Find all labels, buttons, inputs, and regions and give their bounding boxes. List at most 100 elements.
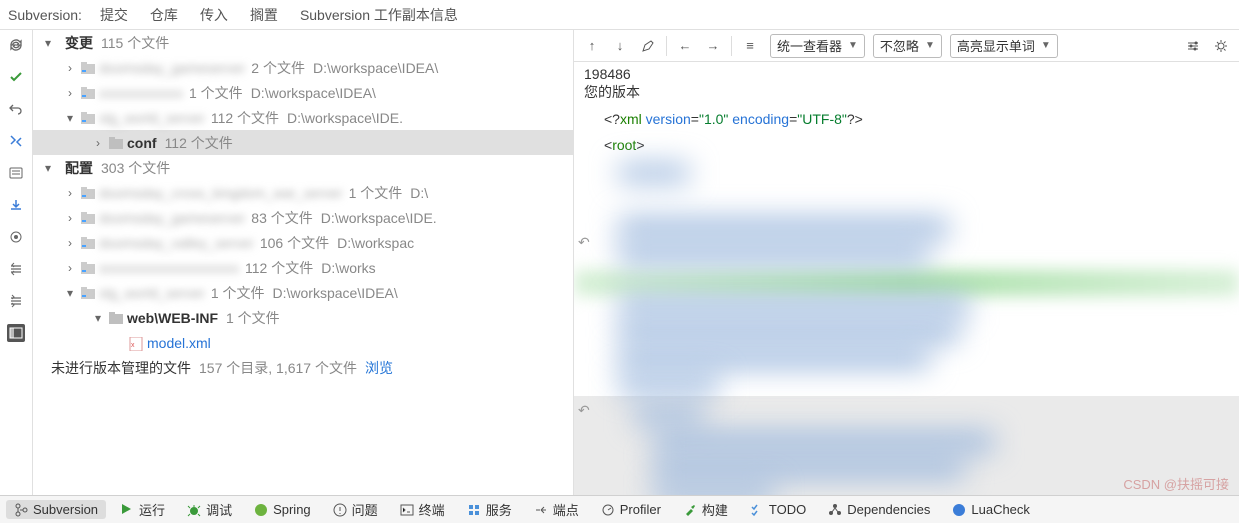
blurred-code bbox=[619, 164, 689, 182]
code-area[interactable]: <?xml version="1.0" encoding="UTF-8"?> <… bbox=[574, 106, 1239, 495]
code-line: <?xml version="1.0" encoding="UTF-8"?> bbox=[574, 106, 1239, 132]
chevron-down-icon[interactable]: ▾ bbox=[41, 36, 55, 50]
blurred-code bbox=[654, 484, 774, 495]
tab-dependencies[interactable]: Dependencies bbox=[820, 500, 938, 519]
tree-changes-root[interactable]: ▾ 变更 115 个文件 bbox=[33, 30, 573, 55]
chevron-down-icon[interactable]: ▾ bbox=[91, 311, 105, 325]
chevron-down-icon[interactable]: ▾ bbox=[63, 111, 77, 125]
prev-diff-icon[interactable]: ↑ bbox=[580, 34, 604, 58]
tab-build[interactable]: 构建 bbox=[675, 498, 736, 521]
tree-row[interactable]: ▾ slg_world_server 1 个文件 D:\workspace\ID… bbox=[33, 280, 573, 305]
expand-icon[interactable] bbox=[7, 260, 25, 278]
edit-icon[interactable] bbox=[636, 34, 660, 58]
panel-icon[interactable] bbox=[7, 324, 25, 342]
shelve-icon[interactable] bbox=[7, 196, 25, 214]
back-icon[interactable]: ← bbox=[673, 34, 697, 58]
menu-incoming[interactable]: 传入 bbox=[200, 5, 228, 25]
conf-label: conf bbox=[127, 135, 157, 151]
folder-icon bbox=[81, 212, 95, 224]
tab-subversion[interactable]: Subversion bbox=[6, 500, 106, 519]
check-icon[interactable] bbox=[7, 68, 25, 86]
next-diff-icon[interactable]: ↓ bbox=[608, 34, 632, 58]
chevron-right-icon[interactable]: › bbox=[63, 61, 77, 75]
tab-run[interactable]: 运行 bbox=[112, 498, 173, 521]
gear-icon[interactable] bbox=[1209, 34, 1233, 58]
tab-luacheck[interactable]: LuaCheck bbox=[944, 500, 1038, 519]
tab-debug[interactable]: 调试 bbox=[179, 498, 240, 521]
blurred-code bbox=[654, 458, 964, 478]
profiler-icon bbox=[601, 503, 615, 517]
blurred-code bbox=[619, 322, 959, 342]
tree-row[interactable]: › sxxxxxxxxxxxxxxxxxxx 112 个文件 D:\works bbox=[33, 255, 573, 280]
watermark: CSDN @扶摇可接 bbox=[1123, 474, 1229, 493]
refresh-icon[interactable] bbox=[7, 36, 25, 54]
diff-panel: ↑ ↓ ← → ≡ 统一查看器▼ 不忽略▼ 高亮显示单词▼ 198486 您的版… bbox=[573, 30, 1239, 495]
tree-row[interactable]: ▾ slg_world_server 112 个文件 D:\workspace\… bbox=[33, 105, 573, 130]
chevron-right-icon[interactable]: › bbox=[63, 236, 77, 250]
tree-row[interactable]: › doomsday_gameserver 2 个文件 D:\workspace… bbox=[33, 55, 573, 80]
diff-icon[interactable] bbox=[7, 132, 25, 150]
bug-icon bbox=[187, 503, 201, 517]
undo-icon[interactable] bbox=[7, 100, 25, 118]
tree-conf-selected[interactable]: › conf 112 个文件 bbox=[33, 130, 573, 155]
spring-icon bbox=[254, 503, 268, 517]
tree-row[interactable]: › xxxxxxxxxxxx 1 个文件 D:\workspace\IDEA\ bbox=[33, 80, 573, 105]
chevron-right-icon[interactable]: › bbox=[91, 136, 105, 150]
warning-icon bbox=[333, 503, 347, 517]
list-icon[interactable]: ≡ bbox=[738, 34, 762, 58]
svg-text:x: x bbox=[131, 342, 135, 349]
chevron-down-icon: ▼ bbox=[848, 40, 858, 51]
todo-icon bbox=[750, 503, 764, 517]
svn-top-menu: Subversion: 提交 仓库 传入 搁置 Subversion 工作副本信… bbox=[0, 0, 1239, 30]
menu-commit[interactable]: 提交 bbox=[100, 5, 128, 25]
tab-problems[interactable]: 问题 bbox=[325, 498, 386, 521]
chevron-right-icon[interactable]: › bbox=[63, 261, 77, 275]
menu-shelve[interactable]: 搁置 bbox=[250, 5, 278, 25]
blurred-code bbox=[654, 432, 994, 452]
unversioned-row[interactable]: 未进行版本管理的文件 157 个目录, 1,617 个文件 浏览 bbox=[33, 355, 573, 380]
tab-profiler[interactable]: Profiler bbox=[593, 500, 669, 519]
play-icon bbox=[120, 503, 134, 517]
chevron-right-icon[interactable]: › bbox=[63, 211, 77, 225]
chevron-down-icon[interactable]: ▾ bbox=[41, 161, 55, 175]
services-icon bbox=[467, 503, 481, 517]
model-file-label: model.xml bbox=[147, 335, 211, 351]
revert-icon[interactable]: ↶ bbox=[578, 402, 590, 419]
tree-row[interactable]: › doomsday_gameserver 83 个文件 D:\workspac… bbox=[33, 205, 573, 230]
tree-config-root[interactable]: ▾ 配置 303 个文件 bbox=[33, 155, 573, 180]
menu-repo[interactable]: 仓库 bbox=[150, 5, 178, 25]
blurred-code bbox=[619, 244, 929, 264]
preview-icon[interactable] bbox=[7, 228, 25, 246]
webinf-label: web\WEB-INF bbox=[127, 310, 218, 326]
tab-todo[interactable]: TODO bbox=[742, 500, 814, 519]
tab-spring[interactable]: Spring bbox=[246, 500, 319, 519]
browse-link[interactable]: 浏览 bbox=[365, 358, 393, 378]
endpoints-icon bbox=[534, 503, 548, 517]
revert-icon[interactable]: ↶ bbox=[578, 234, 590, 251]
settings2-icon[interactable] bbox=[1181, 34, 1205, 58]
bottom-tool-bar: Subversion 运行 调试 Spring 问题 终端 服务 端点 Prof… bbox=[0, 495, 1239, 523]
highlight-combo[interactable]: 高亮显示单词▼ bbox=[950, 34, 1058, 58]
viewer-combo[interactable]: 统一查看器▼ bbox=[770, 34, 865, 58]
tab-terminal[interactable]: 终端 bbox=[392, 498, 453, 521]
tab-services[interactable]: 服务 bbox=[459, 498, 520, 521]
menu-info[interactable]: Subversion 工作副本信息 bbox=[300, 5, 458, 25]
tree-webinf[interactable]: ▾ web\WEB-INF 1 个文件 bbox=[33, 305, 573, 330]
tree-row[interactable]: › doomsday_valley_server 106 个文件 D:\work… bbox=[33, 230, 573, 255]
diff-added-highlight bbox=[574, 270, 1239, 296]
chevron-down-icon[interactable]: ▾ bbox=[63, 286, 77, 300]
changelist-icon[interactable] bbox=[7, 164, 25, 182]
tab-endpoints[interactable]: 端点 bbox=[526, 498, 587, 521]
ignore-combo[interactable]: 不忽略▼ bbox=[873, 34, 942, 58]
blurred-code bbox=[619, 348, 929, 368]
chevron-right-icon[interactable]: › bbox=[63, 186, 77, 200]
forward-icon[interactable]: → bbox=[701, 34, 725, 58]
collapse-icon[interactable] bbox=[7, 292, 25, 310]
blurred-code bbox=[619, 374, 719, 392]
code-line: <root> bbox=[574, 132, 1239, 158]
left-toolbar bbox=[0, 30, 33, 495]
chevron-right-icon[interactable]: › bbox=[63, 86, 77, 100]
tree-model-file[interactable]: x model.xml bbox=[33, 330, 573, 355]
tree-row[interactable]: › doomsday_cross_kingdom_war_server 1 个文… bbox=[33, 180, 573, 205]
luacheck-icon bbox=[952, 503, 966, 517]
